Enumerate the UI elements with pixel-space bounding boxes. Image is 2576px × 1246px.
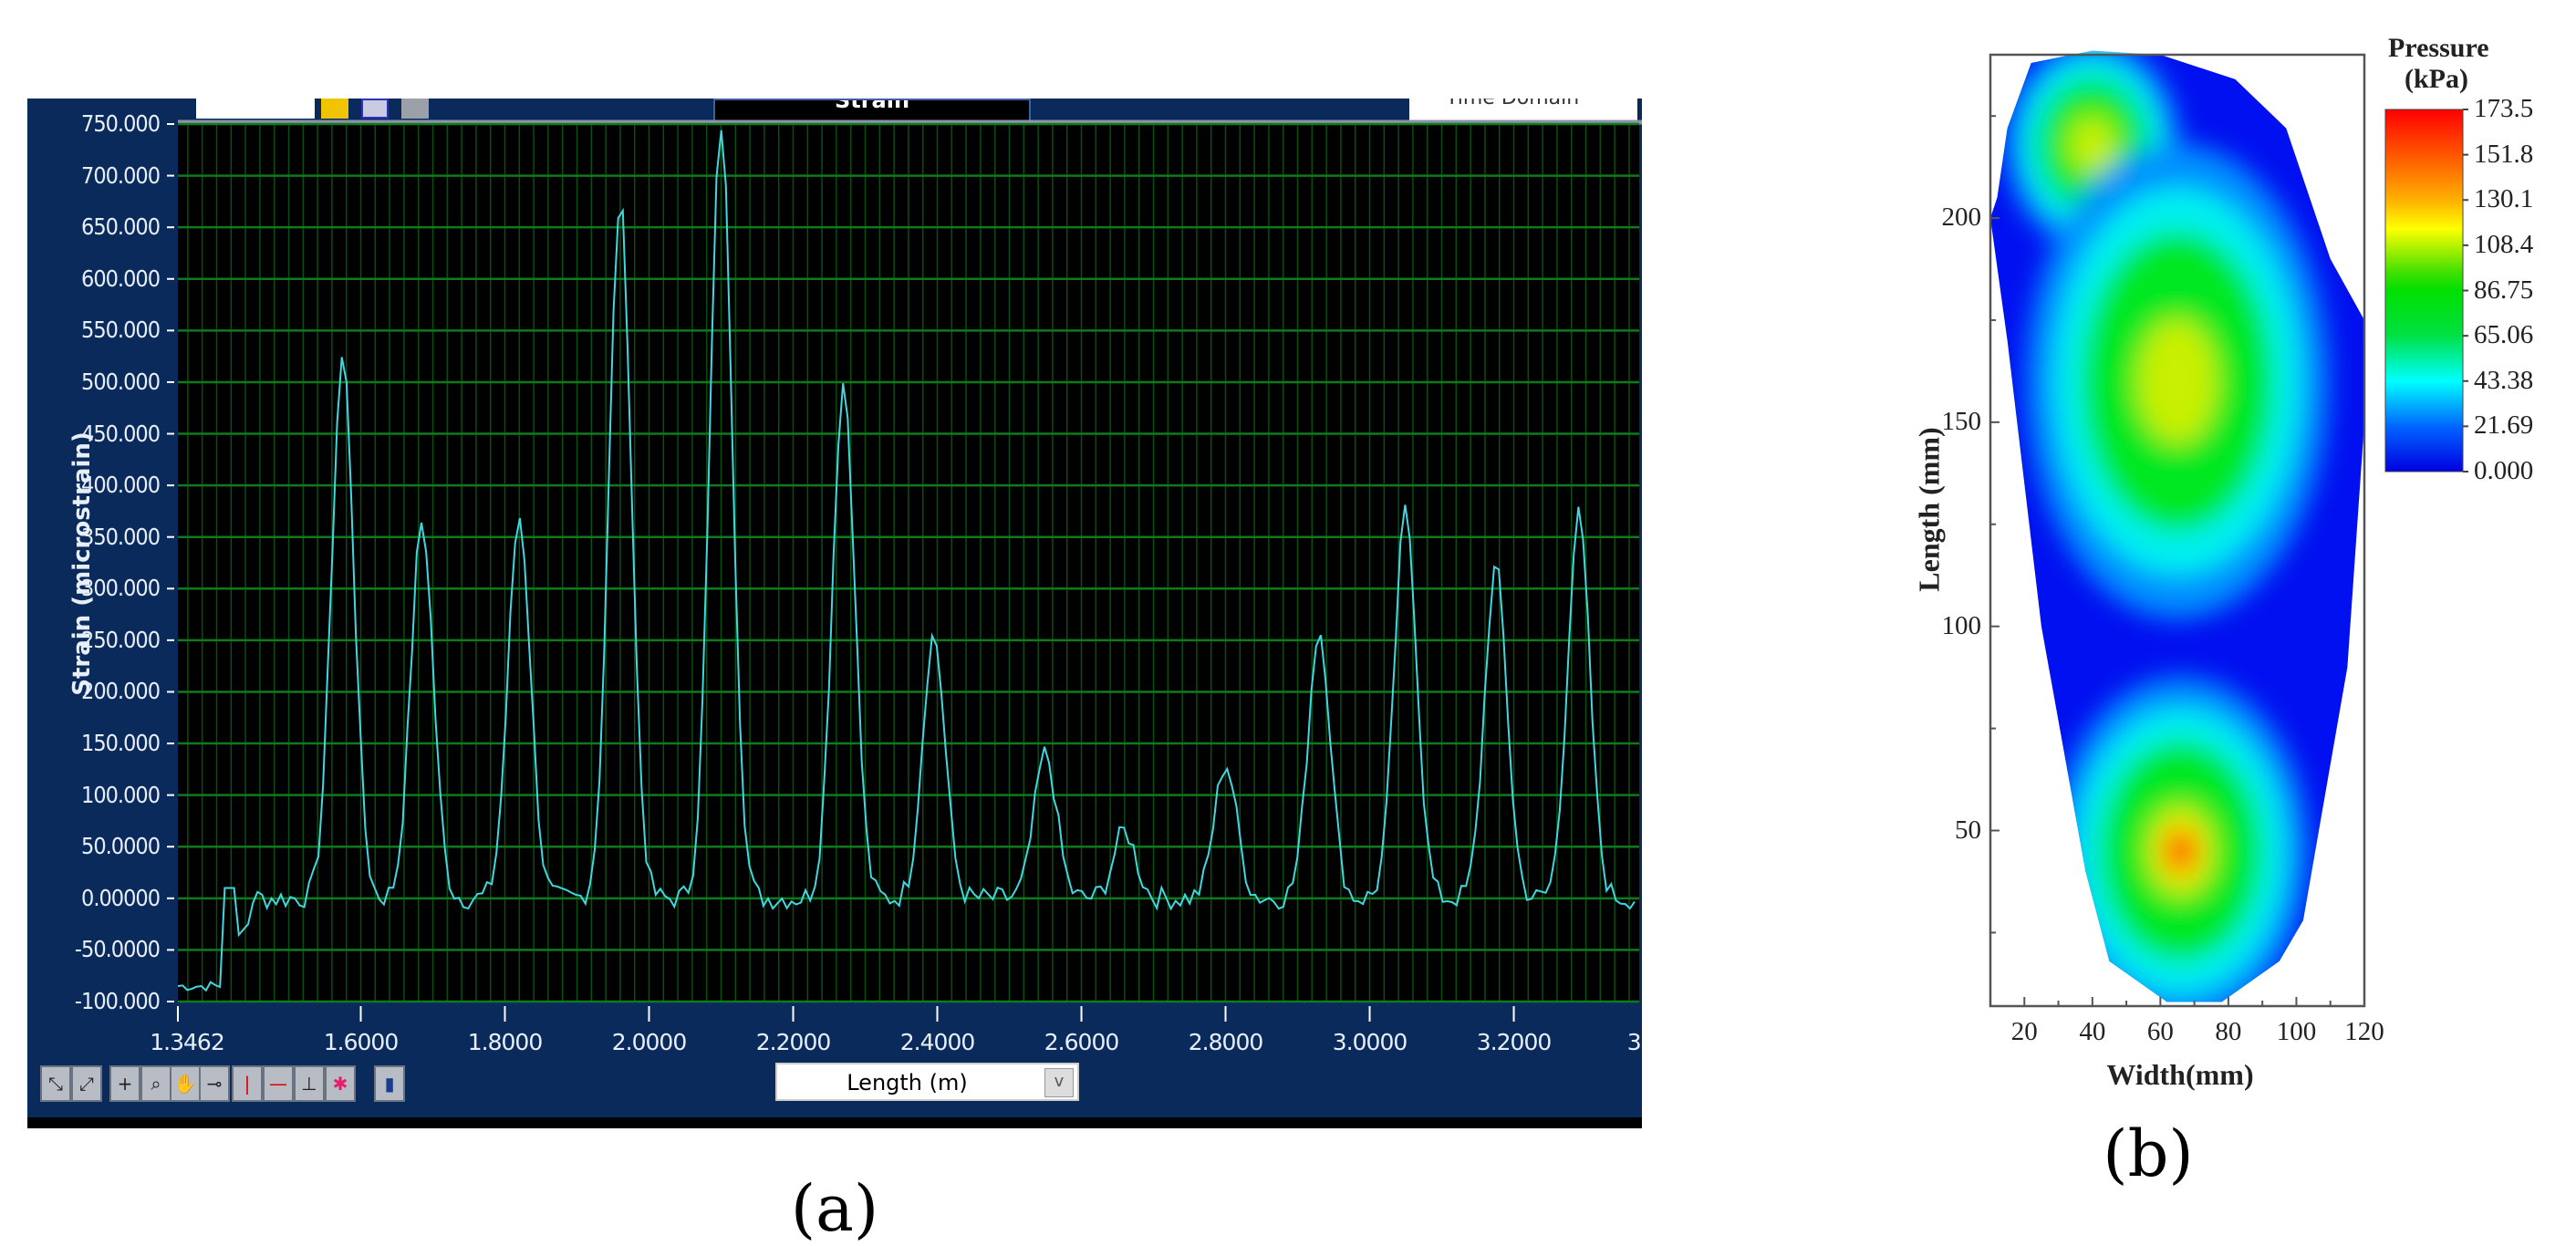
y-tick-label: 150.000: [81, 730, 161, 757]
x-tick-label: 2.0000: [611, 1029, 687, 1055]
chevron-down-icon[interactable]: v: [1044, 1068, 1074, 1097]
strain-chart-panel: Strain Time Domain 750.000700.000650.000…: [27, 99, 1642, 1128]
hotspot-heel: [2076, 708, 2286, 994]
y-tick-label: 250.000: [81, 626, 161, 653]
horizontal-cursor-icon[interactable]: —: [263, 1065, 294, 1102]
colorbar-title: Pressure: [2388, 33, 2489, 63]
autoscale-y-icon[interactable]: ⤢: [71, 1065, 102, 1102]
save-icon[interactable]: ▮: [374, 1065, 405, 1102]
foot-pressure-map: [1990, 50, 2364, 1002]
colorbar-tick-label: 21.69: [2474, 410, 2534, 441]
x-tick-label: 3.0000: [1332, 1029, 1407, 1055]
colorbar-tick-label: 151.8: [2474, 139, 2534, 169]
y-tick-label: 300.000: [81, 575, 161, 602]
x-tick-label: 1.8000: [467, 1029, 543, 1055]
hotspot-heel: [2171, 837, 2191, 864]
colorbar-tick-label: 130.1: [2474, 184, 2534, 214]
y-axis-title: Length (mm): [1912, 427, 1946, 592]
hotspot-heel: [2158, 820, 2204, 882]
colorbar-unit: (kPa): [2405, 64, 2468, 94]
y-tick-label: 450.000: [81, 420, 161, 447]
pan-icon[interactable]: ✋: [170, 1065, 201, 1102]
y-tick-label: 750.000: [81, 110, 161, 137]
y-tick-label: 0.00000: [81, 884, 161, 911]
hotspot-heel: [2146, 805, 2215, 898]
y-axis-title: Strain (microstrain): [68, 431, 96, 696]
x-tick-label: 2.8000: [1188, 1029, 1263, 1055]
panel-label-b: (b): [2103, 1116, 2194, 1191]
y-tick-label: 600.000: [81, 265, 161, 292]
y-tick-label: 500.000: [81, 368, 161, 395]
hotspot-heel: [2166, 830, 2196, 872]
hotspot-midfoot: [2082, 231, 2273, 532]
y-tick-label: 350.000: [81, 523, 161, 550]
hotspot-toe: [2037, 78, 2148, 211]
x-tick-label: 3.39: [1626, 1029, 1642, 1055]
colorbar-tick-label: 108.4: [2474, 229, 2534, 259]
x-tick-label: 3.2000: [1476, 1029, 1552, 1055]
x-tick-label: 2.2000: [755, 1029, 831, 1055]
lock-icon[interactable]: ⊸: [199, 1065, 230, 1102]
hotspot-toe: [2005, 50, 2180, 250]
x-tick-label: 40: [2079, 1017, 2106, 1046]
strain-plot[interactable]: [27, 99, 1642, 1128]
low-pressure-region: [1990, 55, 2364, 1002]
hotspot-toe: [2020, 58, 2164, 231]
colorbar-tick-label: 0.000: [2474, 456, 2534, 485]
hotspot-heel: [2052, 676, 2309, 1002]
center-cursor-icon[interactable]: ✱: [325, 1065, 356, 1102]
y-tick-label: 200: [1941, 202, 1982, 233]
x-tick-label: 120: [2344, 1017, 2384, 1046]
hotspot-midfoot: [2137, 318, 2218, 444]
crosshair-cursor-icon[interactable]: ⊥: [294, 1065, 325, 1102]
x-tick-label: 20: [2010, 1017, 2038, 1046]
y-tick-label: 650.000: [81, 213, 161, 241]
plot-frame: [1989, 53, 2366, 1008]
x-axis-selector-value: Length (m): [847, 1070, 968, 1095]
panel-label-a: (a): [790, 1171, 879, 1246]
x-tick-label: 2.6000: [1044, 1029, 1119, 1055]
y-tick-label: 200.000: [81, 678, 161, 705]
hotspot-midfoot: [2053, 187, 2301, 576]
vertical-cursor-icon[interactable]: |: [232, 1065, 263, 1102]
x-tick-label: 1.3462: [150, 1029, 224, 1055]
hotspot-midfoot: [2026, 143, 2329, 619]
zoom-icon[interactable]: ⌕: [140, 1065, 171, 1102]
y-tick-label: 700.000: [81, 161, 161, 189]
colorbar-tick-label: 86.75: [2474, 275, 2534, 305]
x-tick-label: 1.6000: [323, 1029, 399, 1055]
colorbar-tick-label: 65.06: [2474, 320, 2534, 350]
x-tick-label: 80: [2215, 1017, 2242, 1046]
y-tick-label: -100.000: [74, 988, 161, 1014]
x-axis-title: Width(mm): [2106, 1058, 2254, 1091]
y-tick-label: 50: [1955, 815, 1981, 845]
hotspot-toe: [2069, 117, 2115, 172]
cursor-icon[interactable]: +: [109, 1065, 140, 1102]
colorbar: [2384, 109, 2464, 472]
x-tick-label: 100: [2276, 1017, 2317, 1046]
autoscale-x-icon[interactable]: ⤡: [40, 1065, 71, 1102]
hotspot-heel: [2100, 741, 2262, 961]
x-axis-selector[interactable]: Length (m) v: [775, 1063, 1079, 1101]
x-tick-label: 60: [2146, 1017, 2174, 1046]
colorbar-tick-label: 43.38: [2474, 365, 2534, 395]
y-tick-label: -50.0000: [74, 936, 161, 963]
colorbar-tick-label: 173.5: [2474, 94, 2534, 123]
y-tick-label: 50.0000: [81, 833, 161, 860]
x-tick-label: 2.4000: [899, 1029, 975, 1055]
y-tick-label: 400.000: [81, 472, 161, 499]
y-tick-label: 550.000: [81, 317, 161, 344]
y-tick-label: 100.000: [81, 781, 161, 808]
